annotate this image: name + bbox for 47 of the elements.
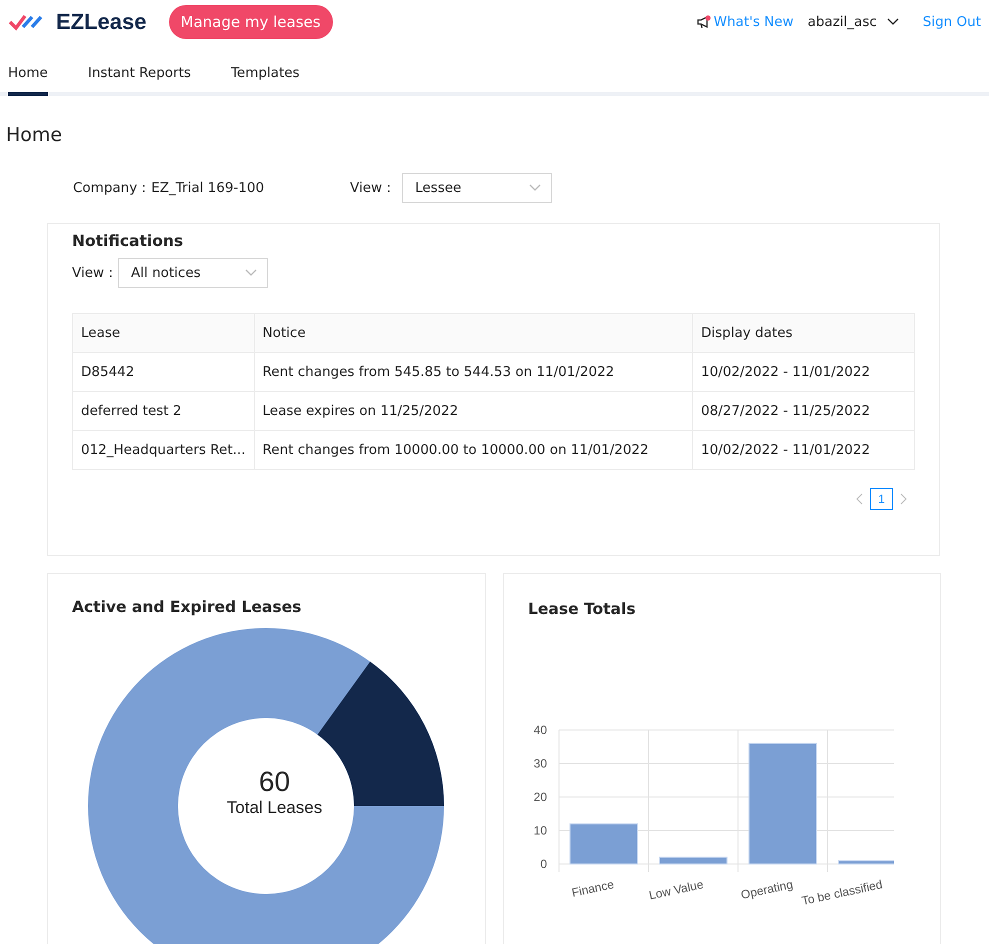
chevron-down-icon <box>245 269 258 277</box>
axis-tick-label: 30 <box>534 756 547 770</box>
view-label: View： <box>350 179 396 197</box>
table-cell: deferred test 2 <box>72 392 254 430</box>
bar <box>838 860 894 864</box>
column-header: Display dates <box>692 314 914 352</box>
table-cell: 012_Headquarters Ret... <box>72 430 254 470</box>
nav-tab[interactable]: Templates <box>230 57 300 96</box>
company-name: EZ_Trial 169-100 <box>151 180 264 196</box>
column-header: Notice <box>254 314 692 352</box>
axis-tick-label: 10 <box>534 824 547 838</box>
previous-page-icon[interactable] <box>856 493 864 505</box>
bar <box>570 823 638 864</box>
view-select[interactable]: Lessee <box>402 173 552 203</box>
axis-category-label: To be classified <box>800 877 884 908</box>
page-title: Home <box>6 124 64 146</box>
card-title: Notifications <box>72 232 184 250</box>
logo-text: EZLease <box>56 9 146 35</box>
chevron-down-icon <box>529 184 542 192</box>
next-page-icon[interactable] <box>899 493 907 505</box>
card-title: Lease Totals <box>528 600 637 618</box>
user-menu-chevron-icon <box>886 18 899 26</box>
table-cell: D85442 <box>72 352 254 392</box>
total-count: 60 <box>258 766 290 798</box>
view-label: View： <box>72 264 118 282</box>
table-cell: Rent changes from 10000.00 to 10000.00 on 11/01/2022 <box>254 430 692 470</box>
table-cell: 10/02/2022 - 11/01/2022 <box>692 430 914 470</box>
table-cell: Rent changes from 545.85 to 544.53 on 11/01/2022 <box>254 352 692 392</box>
axis-tick-label: 0 <box>540 857 547 871</box>
axis-category-label: Operating <box>740 877 794 902</box>
table-cell: Lease expires on 11/25/2022 <box>254 392 692 430</box>
notice-view-select[interactable]: All notices <box>118 258 268 288</box>
axis-tick-label: 20 <box>534 790 547 804</box>
axis-category-label: Low Value <box>648 877 705 902</box>
user-name[interactable]: abazil_asc <box>808 14 877 30</box>
company-label: Company： <box>73 179 152 197</box>
manage-leases-button[interactable]: Manage my leases <box>168 5 333 39</box>
axis-tick-label: 40 <box>534 723 547 737</box>
nav-tab[interactable]: Home <box>8 57 48 96</box>
column-header: Lease <box>72 314 254 352</box>
table-cell: 08/27/2022 - 11/25/2022 <box>692 392 914 430</box>
table-cell: 10/02/2022 - 11/01/2022 <box>692 352 914 392</box>
bar <box>659 856 728 864</box>
axis-category-label: Finance <box>570 877 616 900</box>
nav-tab[interactable]: Instant Reports <box>88 57 191 96</box>
card-title: Active and Expired Leases <box>72 598 302 616</box>
total-label: Total Leases <box>226 798 322 818</box>
